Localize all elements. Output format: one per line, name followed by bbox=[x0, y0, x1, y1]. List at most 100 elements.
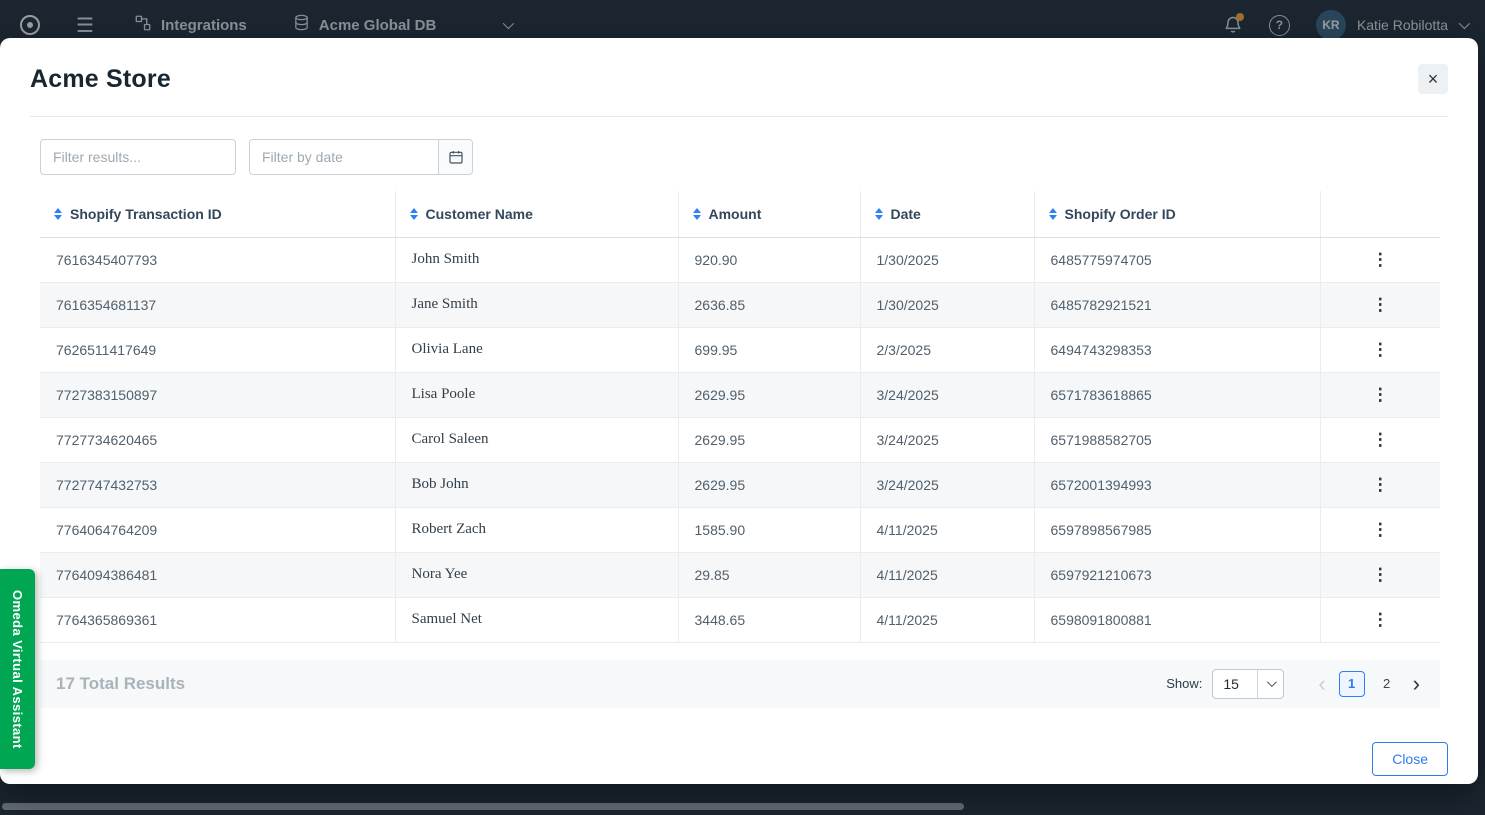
date-cell: 1/30/2025 bbox=[860, 237, 1034, 282]
column-label: Shopify Transaction ID bbox=[70, 206, 222, 222]
sort-icon[interactable] bbox=[875, 208, 883, 220]
transaction-id-cell: 7727383150897 bbox=[40, 372, 395, 417]
calendar-icon bbox=[448, 149, 464, 165]
customer-name-cell: Olivia Lane bbox=[395, 327, 678, 372]
modal-footer: Close bbox=[0, 708, 1478, 776]
row-actions-menu-icon[interactable]: ⋮ bbox=[1364, 429, 1397, 450]
column-label: Customer Name bbox=[426, 206, 533, 222]
table-row: 7727383150897 Lisa Poole 2629.95 3/24/20… bbox=[40, 372, 1440, 417]
amount-cell: 29.85 bbox=[678, 552, 860, 597]
table-row: 7727734620465 Carol Saleen 2629.95 3/24/… bbox=[40, 417, 1440, 462]
filter-date-field bbox=[249, 139, 473, 175]
table-header-row: Shopify Transaction ID Customer Name bbox=[40, 191, 1440, 237]
acme-store-modal: Acme Store × bbox=[0, 38, 1478, 784]
table-row: 7727747432753 Bob John 2629.95 3/24/2025… bbox=[40, 462, 1440, 507]
order-id-cell: 6597921210673 bbox=[1034, 552, 1320, 597]
column-header-actions bbox=[1320, 191, 1440, 237]
row-actions-menu-icon[interactable]: ⋮ bbox=[1364, 339, 1397, 360]
row-actions-menu-icon[interactable]: ⋮ bbox=[1364, 609, 1397, 630]
date-cell: 1/30/2025 bbox=[860, 282, 1034, 327]
amount-cell: 2629.95 bbox=[678, 462, 860, 507]
date-cell: 4/11/2025 bbox=[860, 552, 1034, 597]
order-id-cell: 6494743298353 bbox=[1034, 327, 1320, 372]
transaction-id-cell: 7764094386481 bbox=[40, 552, 395, 597]
date-cell: 3/24/2025 bbox=[860, 417, 1034, 462]
table-row: 7764064764209 Robert Zach 1585.90 4/11/2… bbox=[40, 507, 1440, 552]
close-button[interactable]: Close bbox=[1372, 742, 1448, 776]
column-header-customer-name[interactable]: Customer Name bbox=[395, 191, 678, 237]
date-cell: 3/24/2025 bbox=[860, 462, 1034, 507]
row-actions-menu-icon[interactable]: ⋮ bbox=[1364, 249, 1397, 270]
show-label: Show: bbox=[1166, 676, 1202, 691]
transaction-id-cell: 7764365869361 bbox=[40, 597, 395, 642]
row-actions-menu-icon[interactable]: ⋮ bbox=[1364, 294, 1397, 315]
pager: ‹ 1 2 › bbox=[1314, 671, 1424, 697]
order-id-cell: 6572001394993 bbox=[1034, 462, 1320, 507]
date-cell: 4/11/2025 bbox=[860, 597, 1034, 642]
filters-row bbox=[40, 139, 1440, 175]
table-row: 7764094386481 Nora Yee 29.85 4/11/2025 6… bbox=[40, 552, 1440, 597]
chevron-down-icon bbox=[1257, 670, 1283, 698]
customer-name-cell: Lisa Poole bbox=[395, 372, 678, 417]
transaction-id-cell: 7626511417649 bbox=[40, 327, 395, 372]
customer-name-cell: Bob John bbox=[395, 462, 678, 507]
column-label: Amount bbox=[709, 206, 762, 222]
amount-cell: 2636.85 bbox=[678, 282, 860, 327]
calendar-button[interactable] bbox=[438, 140, 472, 174]
transaction-id-cell: 7616354681137 bbox=[40, 282, 395, 327]
amount-cell: 2629.95 bbox=[678, 372, 860, 417]
order-id-cell: 6598091800881 bbox=[1034, 597, 1320, 642]
transaction-id-cell: 7727734620465 bbox=[40, 417, 395, 462]
amount-cell: 3448.65 bbox=[678, 597, 860, 642]
amount-cell: 920.90 bbox=[678, 237, 860, 282]
column-header-amount[interactable]: Amount bbox=[678, 191, 860, 237]
table-footer: 17 Total Results Show: 15 ‹ 1 2 › bbox=[40, 660, 1440, 708]
virtual-assistant-tab[interactable]: Omeda Virtual Assistant bbox=[0, 569, 35, 769]
next-page-icon[interactable]: › bbox=[1409, 673, 1424, 695]
total-results: 17 Total Results bbox=[56, 674, 185, 694]
transactions-table: Shopify Transaction ID Customer Name bbox=[40, 191, 1440, 643]
order-id-cell: 6571783618865 bbox=[1034, 372, 1320, 417]
page-button-2[interactable]: 2 bbox=[1374, 671, 1400, 697]
pagination-controls: Show: 15 ‹ 1 2 › bbox=[1166, 669, 1424, 699]
transaction-id-cell: 7764064764209 bbox=[40, 507, 395, 552]
order-id-cell: 6597898567985 bbox=[1034, 507, 1320, 552]
sort-icon[interactable] bbox=[1049, 208, 1057, 220]
modal-header: Acme Store × bbox=[0, 38, 1478, 116]
date-cell: 3/24/2025 bbox=[860, 372, 1034, 417]
screen: ☰ Integrations bbox=[0, 0, 1485, 815]
transaction-id-cell: 7616345407793 bbox=[40, 237, 395, 282]
filter-results-input[interactable] bbox=[40, 139, 236, 175]
amount-cell: 699.95 bbox=[678, 327, 860, 372]
sort-icon[interactable] bbox=[693, 208, 701, 220]
row-actions-menu-icon[interactable]: ⋮ bbox=[1364, 564, 1397, 585]
page-button-1[interactable]: 1 bbox=[1339, 671, 1365, 697]
customer-name-cell: Samuel Net bbox=[395, 597, 678, 642]
amount-cell: 1585.90 bbox=[678, 507, 860, 552]
filter-date-input[interactable] bbox=[250, 140, 438, 174]
page-title: Acme Store bbox=[30, 65, 171, 94]
page-size-value: 15 bbox=[1213, 676, 1257, 692]
sort-icon[interactable] bbox=[410, 208, 418, 220]
previous-page-icon[interactable]: ‹ bbox=[1314, 673, 1329, 695]
sort-icon[interactable] bbox=[54, 208, 62, 220]
order-id-cell: 6485775974705 bbox=[1034, 237, 1320, 282]
row-actions-menu-icon[interactable]: ⋮ bbox=[1364, 519, 1397, 540]
row-actions-menu-icon[interactable]: ⋮ bbox=[1364, 474, 1397, 495]
amount-cell: 2629.95 bbox=[678, 417, 860, 462]
modal-body: Shopify Transaction ID Customer Name bbox=[0, 117, 1478, 708]
customer-name-cell: Robert Zach bbox=[395, 507, 678, 552]
table-row: 7616345407793 John Smith 920.90 1/30/202… bbox=[40, 237, 1440, 282]
page-size-select[interactable]: 15 bbox=[1212, 669, 1284, 699]
date-cell: 2/3/2025 bbox=[860, 327, 1034, 372]
transaction-id-cell: 7727747432753 bbox=[40, 462, 395, 507]
row-actions-menu-icon[interactable]: ⋮ bbox=[1364, 384, 1397, 405]
table-row: 7764365869361 Samuel Net 3448.65 4/11/20… bbox=[40, 597, 1440, 642]
column-label: Shopify Order ID bbox=[1065, 206, 1176, 222]
close-icon[interactable]: × bbox=[1418, 64, 1448, 94]
column-header-transaction-id[interactable]: Shopify Transaction ID bbox=[40, 191, 395, 237]
column-header-date[interactable]: Date bbox=[860, 191, 1034, 237]
order-id-cell: 6571988582705 bbox=[1034, 417, 1320, 462]
virtual-assistant-label: Omeda Virtual Assistant bbox=[10, 590, 25, 749]
column-header-order-id[interactable]: Shopify Order ID bbox=[1034, 191, 1320, 237]
